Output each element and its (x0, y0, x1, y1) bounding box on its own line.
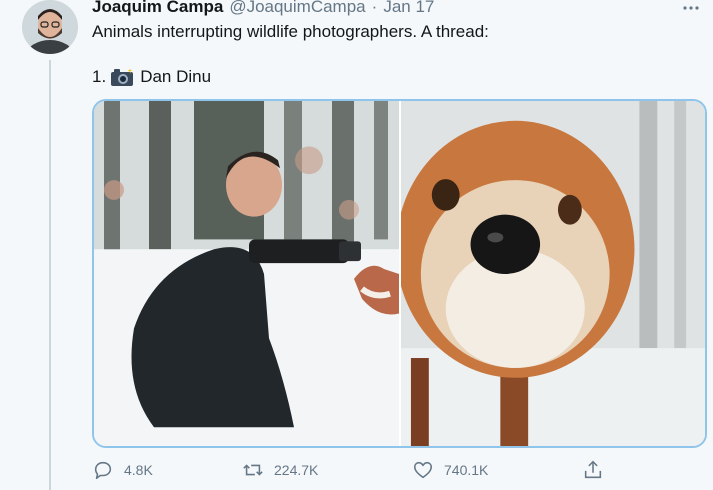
retweet-button[interactable]: 224.7K (242, 459, 318, 481)
heart-icon (413, 461, 433, 479)
media-grid[interactable] (92, 99, 707, 448)
retweet-icon (243, 464, 263, 476)
avatar[interactable] (22, 0, 78, 54)
thread-item-line: 1. Dan Dinu (92, 67, 211, 87)
reply-count: 4.8K (124, 462, 153, 478)
share-button[interactable] (582, 459, 614, 481)
header-separator: · (371, 0, 378, 16)
reply-button[interactable]: 4.8K (92, 459, 153, 481)
item-credit[interactable]: Dan Dinu (140, 67, 211, 87)
like-count: 740.1K (444, 462, 489, 478)
ellipsis-icon[interactable] (683, 0, 699, 14)
share-icon (584, 460, 602, 479)
thread-connector-line (49, 60, 51, 490)
author-handle[interactable]: @JoaquimCampa (229, 0, 365, 17)
tweet-actions: 4.8K 224.7K 740.1K (92, 459, 632, 483)
camera-with-flash-icon (110, 67, 134, 87)
tweet-header: Joaquim Campa @JoaquimCampa · Jan 17 (92, 0, 434, 18)
author-name[interactable]: Joaquim Campa (92, 0, 223, 17)
fox-closeup-photo[interactable] (401, 101, 705, 446)
reply-icon (94, 461, 112, 480)
retweet-count: 224.7K (274, 462, 319, 478)
tweet-date[interactable]: Jan 17 (383, 0, 434, 17)
like-button[interactable]: 740.1K (412, 459, 488, 481)
tweet-text: Animals interrupting wildlife photograph… (92, 22, 489, 41)
photographer-with-fox-photo[interactable] (94, 101, 399, 446)
item-number: 1. (92, 67, 107, 86)
